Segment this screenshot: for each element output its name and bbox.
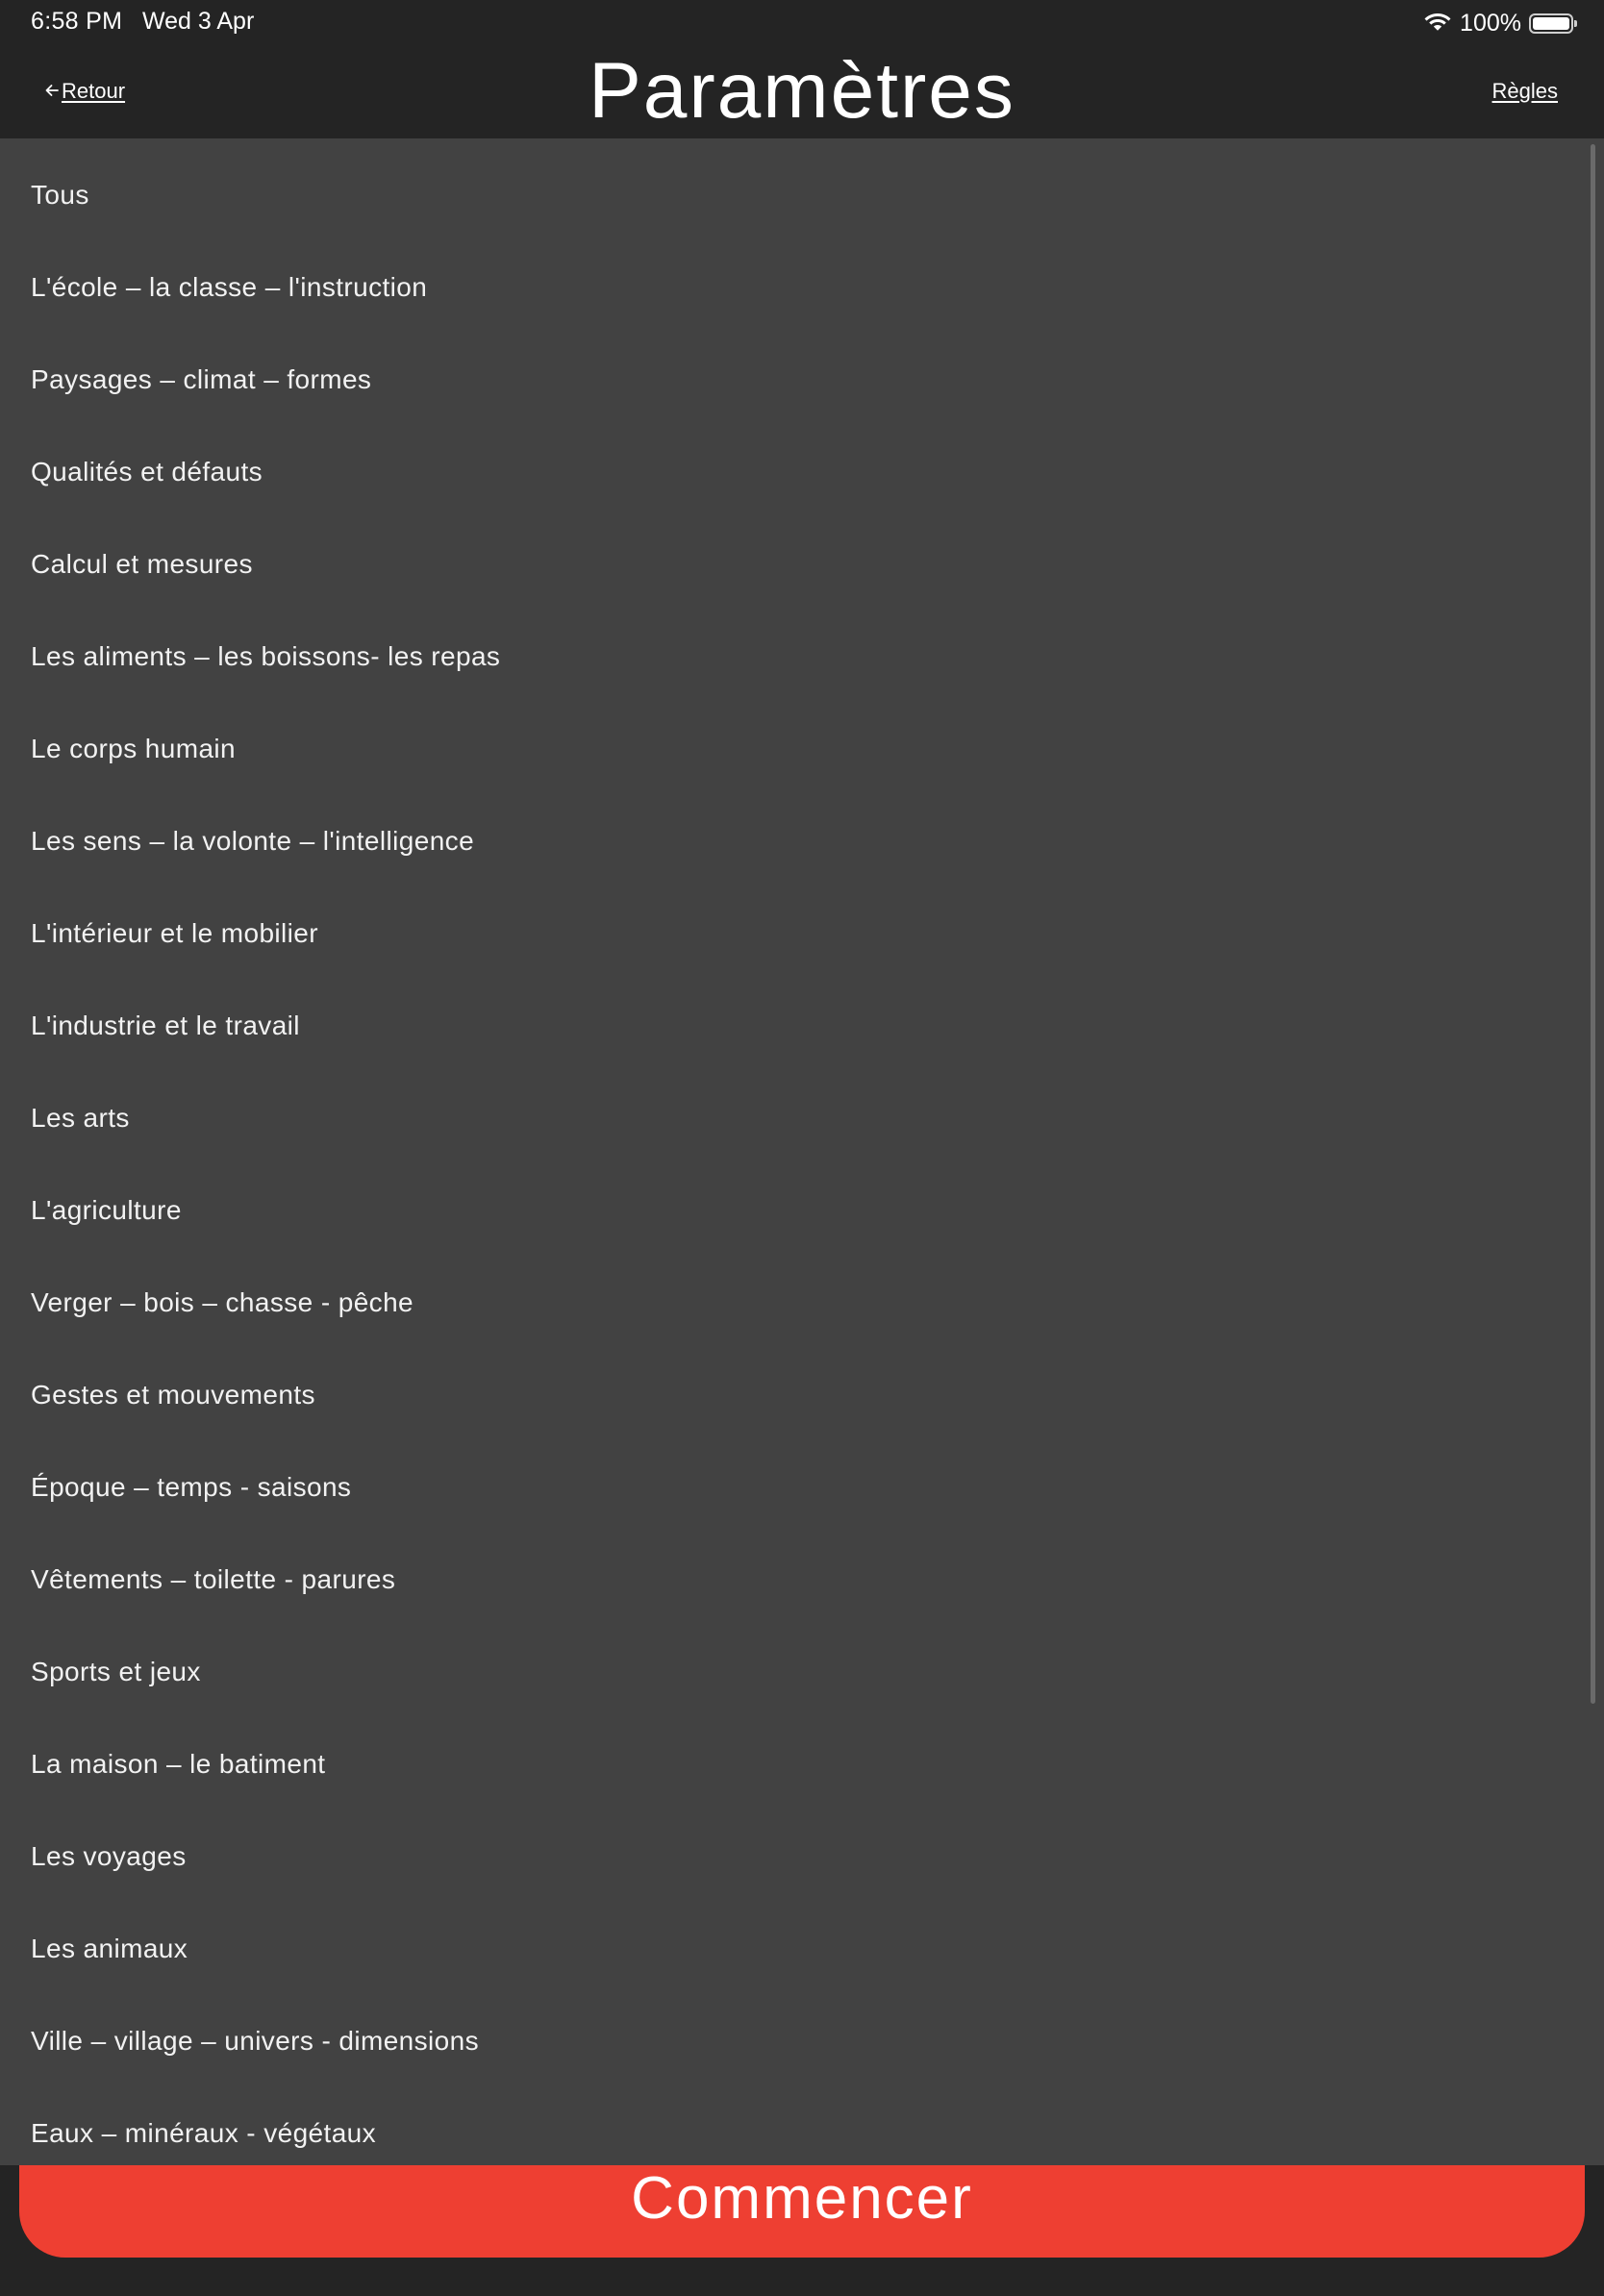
category-item[interactable]: Sports et jeux [0, 1615, 1604, 1708]
category-item[interactable]: Gestes et mouvements [0, 1338, 1604, 1431]
category-item[interactable]: Tous [0, 138, 1604, 231]
category-item[interactable]: L'agriculture [0, 1154, 1604, 1246]
wifi-icon [1423, 10, 1452, 37]
category-item[interactable]: Ville – village – univers - dimensions [0, 1984, 1604, 2077]
category-item[interactable]: L'intérieur et le mobilier [0, 877, 1604, 969]
category-item[interactable]: Paysages – climat – formes [0, 323, 1604, 415]
status-bar: 6:58 PM Wed 3 Apr 100% [0, 0, 1604, 46]
category-item[interactable]: Les animaux [0, 1892, 1604, 1984]
category-item[interactable]: Eaux – minéraux - végétaux [0, 2077, 1604, 2165]
category-item[interactable]: Vêtements – toilette - parures [0, 1523, 1604, 1615]
page-title: Paramètres [589, 47, 1015, 135]
battery-percent: 100% [1460, 9, 1521, 37]
category-item[interactable]: Qualités et défauts [0, 415, 1604, 508]
category-item[interactable]: Les aliments – les boissons- les repas [0, 600, 1604, 692]
status-indicators: 100% [1423, 8, 1577, 38]
category-item[interactable]: La maison – le batiment [0, 1708, 1604, 1800]
category-item[interactable]: Les arts [0, 1061, 1604, 1154]
category-item[interactable]: L'école – la classe – l'instruction [0, 231, 1604, 323]
category-item[interactable]: Verger – bois – chasse - pêche [0, 1246, 1604, 1338]
category-item[interactable]: Les sens – la volonte – l'intelligence [0, 785, 1604, 877]
status-date: Wed 3 Apr [142, 8, 255, 35]
category-item[interactable]: Époque – temps - saisons [0, 1431, 1604, 1523]
category-item[interactable]: Calcul et mesures [0, 508, 1604, 600]
battery-icon [1529, 12, 1577, 34]
category-list-panel[interactable]: Tous L'école – la classe – l'instruction P… [0, 138, 1604, 2165]
header: Retour Paramètres Règles [0, 46, 1604, 138]
status-time: 6:58 PM [31, 8, 123, 35]
category-list: Tous L'école – la classe – l'instruction P… [0, 138, 1604, 2165]
category-item[interactable]: Le corps humain [0, 692, 1604, 785]
scrollbar[interactable] [1591, 144, 1595, 1704]
category-item[interactable]: Les voyages [0, 1800, 1604, 1892]
category-item[interactable]: L'industrie et le travail [0, 969, 1604, 1061]
rules-link[interactable]: Règles [1492, 79, 1558, 104]
start-button[interactable]: Commencer [19, 2165, 1585, 2258]
